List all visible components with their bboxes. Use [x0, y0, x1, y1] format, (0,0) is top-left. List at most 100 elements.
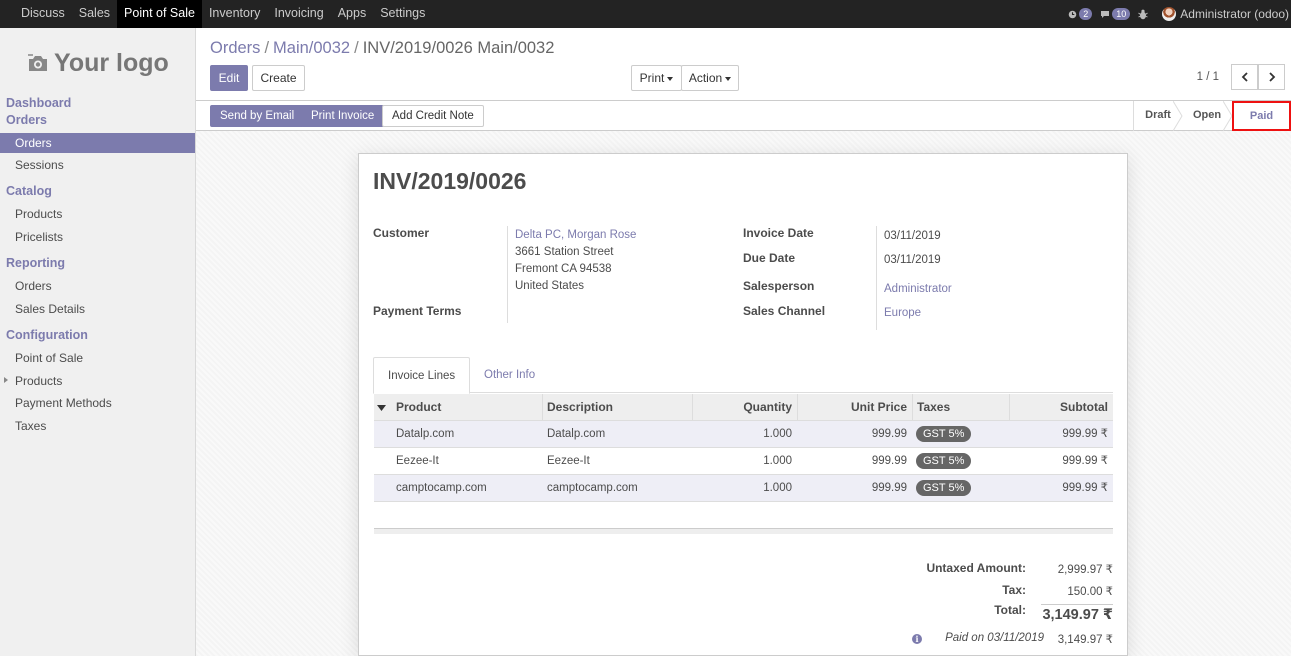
menu-point-of-sale[interactable]: Point of Sale — [117, 0, 202, 28]
stage-draft[interactable]: Draft — [1134, 101, 1183, 131]
tax-tag: GST 5% — [916, 479, 972, 496]
total-label: Total: — [994, 603, 1026, 617]
print-invoice-button[interactable]: Print Invoice — [301, 105, 385, 127]
activity-button[interactable]: 2 — [1068, 8, 1093, 20]
cell-unit-price: 999.99 — [871, 482, 907, 494]
customer-link[interactable]: Delta PC, Morgan Rose — [515, 229, 636, 241]
sidebar-item-payment-methods[interactable]: Payment Methods — [0, 393, 195, 413]
paid-amount-value: 3,149.97 ₹ — [1057, 634, 1113, 646]
sidebar-dashboard[interactable]: Dashboard — [6, 96, 71, 110]
sidebar-heading-reporting[interactable]: Reporting — [6, 256, 65, 270]
paid-on-label: Paid on 03/11/2019 — [945, 632, 1044, 644]
stage-open[interactable]: Open — [1182, 101, 1233, 131]
menu-settings[interactable]: Settings — [373, 0, 432, 28]
menu-sales[interactable]: Sales — [72, 0, 117, 28]
table-row[interactable]: Datalp.com Datalp.com 1.000 999.99 GST 5… — [374, 421, 1113, 448]
tab-other-info[interactable]: Other Info — [470, 357, 549, 393]
action-label: Action — [688, 71, 723, 85]
sidebar-item-orders[interactable]: Orders — [0, 133, 195, 153]
cell-subtotal: 999.99 ₹ — [1062, 482, 1108, 494]
column-description[interactable]: Description — [542, 394, 692, 421]
cell-quantity: 1.000 — [763, 455, 792, 467]
pager-next-button[interactable] — [1258, 64, 1285, 90]
address-line-2: Fremont CA 94538 — [515, 263, 612, 275]
cell-unit-price: 999.99 — [871, 455, 907, 467]
breadcrumb-separator: / — [354, 39, 359, 57]
breadcrumb-order[interactable]: Main/0032 — [273, 39, 350, 57]
invoice-sheet: INV/2019/0026 Customer Delta PC, Morgan … — [358, 153, 1128, 656]
sidebar-item-report-orders[interactable]: Orders — [0, 276, 195, 296]
pager-previous-button[interactable] — [1231, 64, 1258, 90]
cell-taxes: GST 5% — [912, 421, 1009, 448]
sort-handle[interactable] — [374, 394, 392, 421]
sidebar-item-config-products[interactable]: Products — [0, 371, 195, 391]
column-product[interactable]: Product — [392, 394, 542, 421]
sales-channel-label: Sales Channel — [743, 304, 826, 318]
sidebar-heading-orders[interactable]: Orders — [6, 113, 47, 127]
company-logo[interactable]: Your logo — [28, 46, 169, 80]
tax-label: Tax: — [1002, 583, 1026, 597]
edit-button[interactable]: Edit — [210, 65, 248, 91]
cell-unit-price: 999.99 — [871, 428, 907, 440]
add-credit-note-button[interactable]: Add Credit Note — [382, 105, 484, 127]
invoice-number: INV/2019/0026 — [373, 168, 527, 194]
due-date-label: Due Date — [743, 251, 796, 265]
table-row[interactable]: camptocamp.com camptocamp.com 1.000 999.… — [374, 475, 1113, 502]
customer-label: Customer — [373, 226, 430, 240]
stage-paid[interactable]: Paid — [1232, 101, 1291, 131]
cell-description: Eezee-It — [547, 455, 590, 467]
create-button[interactable]: Create — [252, 65, 305, 91]
sidebar-item-products[interactable]: Products — [0, 204, 195, 224]
column-quantity[interactable]: Quantity — [692, 394, 797, 421]
field-divider — [876, 226, 877, 330]
menu-invoicing[interactable]: Invoicing — [267, 0, 330, 28]
table-footer — [374, 528, 1113, 534]
systray: 2 10 Administrator (odoo) — [1068, 0, 1291, 28]
address-line-1: 3661 Station Street — [515, 246, 614, 258]
sidebar-item-point-of-sale[interactable]: Point of Sale — [0, 348, 195, 368]
cell-product: camptocamp.com — [396, 482, 487, 494]
sidebar-item-sales-details[interactable]: Sales Details — [0, 299, 195, 319]
print-dropdown[interactable]: Print — [631, 65, 682, 91]
breadcrumb-separator: / — [264, 39, 270, 57]
menu-apps[interactable]: Apps — [331, 0, 374, 28]
table-header: Product Description Quantity Unit Price … — [374, 394, 1113, 421]
breadcrumb: Orders / Main/0032/INV/2019/0026 Main/0032 — [210, 39, 554, 58]
sidebar-heading-catalog[interactable]: Catalog — [6, 184, 52, 198]
control-panel: Orders / Main/0032/INV/2019/0026 Main/0032… — [196, 28, 1291, 101]
action-dropdown[interactable]: Action — [681, 65, 739, 91]
breadcrumb-orders[interactable]: Orders — [210, 39, 260, 57]
column-subtotal[interactable]: Subtotal — [1009, 394, 1113, 421]
send-by-email-button[interactable]: Send by Email — [210, 105, 305, 127]
salesperson-label: Salesperson — [743, 279, 815, 293]
table-row[interactable]: Eezee-It Eezee-It 1.000 999.99 GST 5% 99… — [374, 448, 1113, 475]
comments-icon — [1101, 10, 1110, 18]
sidebar-item-taxes[interactable]: Taxes — [0, 416, 195, 436]
cell-taxes: GST 5% — [912, 448, 1009, 475]
user-menu[interactable]: Administrator (odoo) — [1162, 7, 1289, 22]
cell-quantity: 1.000 — [763, 482, 792, 494]
salesperson-link[interactable]: Administrator — [884, 283, 952, 295]
column-unit-price[interactable]: Unit Price — [797, 394, 912, 421]
breadcrumb-current: INV/2019/0026 Main/0032 — [362, 39, 555, 57]
menu-inventory[interactable]: Inventory — [202, 0, 267, 28]
sidebar-item-label: Products — [15, 374, 63, 388]
tab-invoice-lines[interactable]: Invoice Lines — [373, 357, 471, 394]
logo-text: Your logo — [54, 48, 169, 77]
sales-channel-link[interactable]: Europe — [884, 307, 921, 319]
caret-right-icon — [4, 377, 8, 383]
sidebar-item-pricelists[interactable]: Pricelists — [0, 227, 195, 247]
tax-value: 150.00 ₹ — [1067, 586, 1113, 598]
tax-tag: GST 5% — [916, 425, 972, 442]
column-taxes[interactable]: Taxes — [912, 394, 1009, 421]
invoice-date-value[interactable]: 03/11/2019 — [884, 230, 941, 242]
sidebar-heading-configuration[interactable]: Configuration — [6, 328, 88, 342]
debug-bug-icon[interactable] — [1138, 9, 1149, 20]
sidebar-item-sessions[interactable]: Sessions — [0, 155, 195, 175]
menu-discuss[interactable]: Discuss — [14, 0, 72, 28]
camera-icon — [28, 54, 47, 71]
pager-value[interactable]: 1 / 1 — [1197, 71, 1219, 83]
address-line-3: United States — [515, 280, 585, 292]
due-date-value[interactable]: 03/11/2019 — [884, 254, 941, 266]
messages-button[interactable]: 10 — [1100, 8, 1131, 20]
